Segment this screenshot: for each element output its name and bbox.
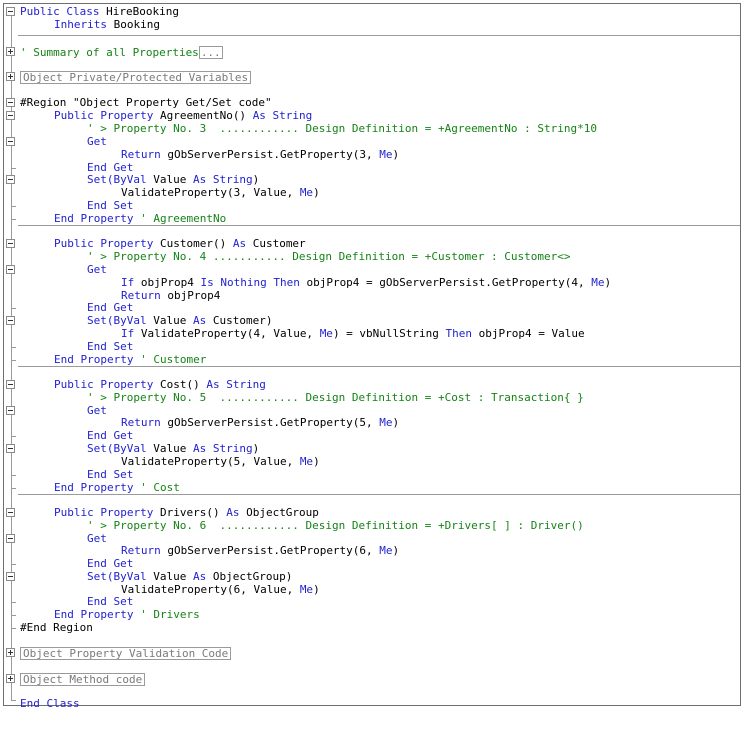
collapsed-region[interactable]: Object Property Validation Code [20,647,232,660]
code-line: Inherits Booking [54,18,160,31]
collapse-minus-icon[interactable] [6,175,15,184]
code-line: Set(ByVal Value As Customer) [4,314,740,328]
code-line: End Property ' Cost [4,481,740,495]
code-line: Object Property Validation Code [4,647,740,660]
code-line: Public Property Cost() As String [4,378,740,392]
code-line: End Class [4,697,740,711]
collapse-minus-icon[interactable] [6,380,15,389]
code-line: Object Method code [4,673,740,686]
collapse-minus-icon[interactable] [6,239,15,248]
method-separator [18,494,740,495]
code-line: End Set [4,595,740,609]
code-line: If objProp4 Is Nothing Then objProp4 = g… [121,276,612,289]
code-line: End Property ' Drivers [4,608,740,622]
code-line: ' > Property No. 5 ............ Design D… [87,391,584,404]
code-line: End Get [4,429,740,443]
code-line: ' > Property No. 6 ............ Design D… [87,519,584,532]
code-line: Return gObServerPersist.GetProperty(3, M… [121,148,400,161]
collapsed-region[interactable]: Object Private/Protected Variables [20,71,252,84]
expand-plus-icon[interactable] [6,72,15,81]
code-line: End Property ' Customer [4,353,740,367]
code-line: End Set [4,468,740,482]
code-line: Return gObServerPersist.GetProperty(6, M… [121,544,400,557]
collapse-minus-icon[interactable] [6,7,15,16]
method-separator [18,366,740,367]
code-line: Public Property Customer() As Customer [4,237,740,251]
code-line: End Set [4,340,740,354]
collapsed-ellipsis[interactable]: ... [198,46,223,59]
expand-plus-icon[interactable] [6,674,15,683]
collapse-minus-icon[interactable] [6,137,15,146]
collapse-minus-icon[interactable] [6,406,15,415]
collapse-minus-icon[interactable] [6,316,15,325]
code-line: ' > Property No. 4 ........... Design De… [87,250,571,263]
code-line: ValidateProperty(5, Value, Me) [121,455,320,468]
code-editor[interactable]: Public Class HireBooking Inherits Bookin… [3,3,741,710]
collapse-minus-icon[interactable] [6,508,15,517]
code-line: End Set [4,199,740,213]
code-line: #Region "Object Property Get/Set code" [4,96,740,110]
expand-plus-icon[interactable] [6,648,15,657]
code-line: If ValidateProperty(4, Value, Me) = vbNu… [121,327,585,340]
collapse-minus-icon[interactable] [6,534,15,543]
collapsed-region[interactable]: Object Method code [20,673,146,686]
code-line: Set(ByVal Value As String) [4,173,740,187]
code-line: Set(ByVal Value As String) [4,442,740,456]
code-line: Get [4,263,740,277]
expand-plus-icon[interactable] [6,47,15,56]
code-line: Public Class HireBooking [4,5,740,19]
code-line: #End Region [4,621,740,635]
method-separator [18,35,740,36]
code-line: End Property ' AgreementNo [4,212,740,226]
code-line: Public Property AgreementNo() As String [4,109,740,123]
code-line: Object Private/Protected Variables [4,71,740,84]
collapse-minus-icon[interactable] [6,265,15,274]
code-line: Public Property Drivers() As ObjectGroup [4,506,740,520]
collapse-minus-icon[interactable] [6,98,15,107]
code-line: ValidateProperty(3, Value, Me) [121,186,320,199]
code-line: Set(ByVal Value As ObjectGroup) [4,570,740,584]
code-line: ' > Property No. 3 ............ Design D… [87,122,597,135]
code-line: Get [4,135,740,149]
method-separator [18,225,740,226]
collapse-minus-icon[interactable] [6,111,15,120]
collapse-minus-icon[interactable] [6,444,15,453]
collapse-minus-icon[interactable] [6,572,15,581]
code-line: End Get [4,301,740,315]
code-line: End Get [4,557,740,571]
code-line: ' Summary of all Properties... [4,46,740,59]
code-line: Return gObServerPersist.GetProperty(5, M… [121,416,400,429]
